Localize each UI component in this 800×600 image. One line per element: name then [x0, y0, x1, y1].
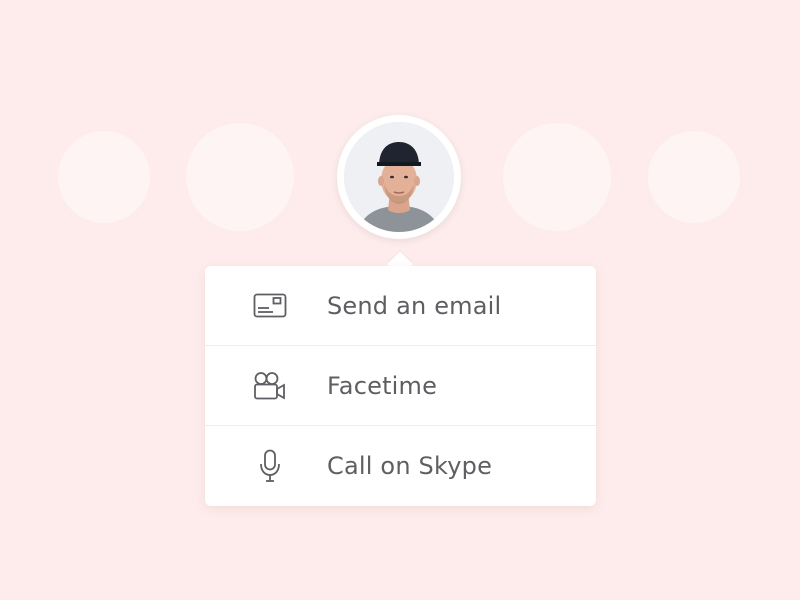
menu-item-label: Call on Skype: [327, 452, 493, 480]
email-card-icon: [252, 288, 288, 324]
selected-contact-avatar[interactable]: [337, 115, 461, 239]
menu-item-call-skype[interactable]: Call on Skype: [205, 426, 596, 506]
contact-avatar-placeholder[interactable]: [186, 123, 294, 231]
contact-avatar-placeholder[interactable]: [58, 131, 150, 223]
menu-item-label: Send an email: [327, 291, 502, 320]
menu-item-facetime[interactable]: Facetime: [205, 346, 596, 426]
microphone-icon: [252, 448, 288, 484]
contact-avatar-placeholder[interactable]: [503, 123, 611, 231]
menu-item-send-email[interactable]: Send an email: [205, 266, 596, 346]
menu-item-label: Facetime: [327, 371, 438, 400]
person-photo: [344, 122, 454, 232]
video-camera-icon: [252, 368, 288, 404]
contact-action-menu: Send an email Facetime Call on Skype: [205, 266, 596, 506]
contact-avatar-placeholder[interactable]: [648, 131, 740, 223]
